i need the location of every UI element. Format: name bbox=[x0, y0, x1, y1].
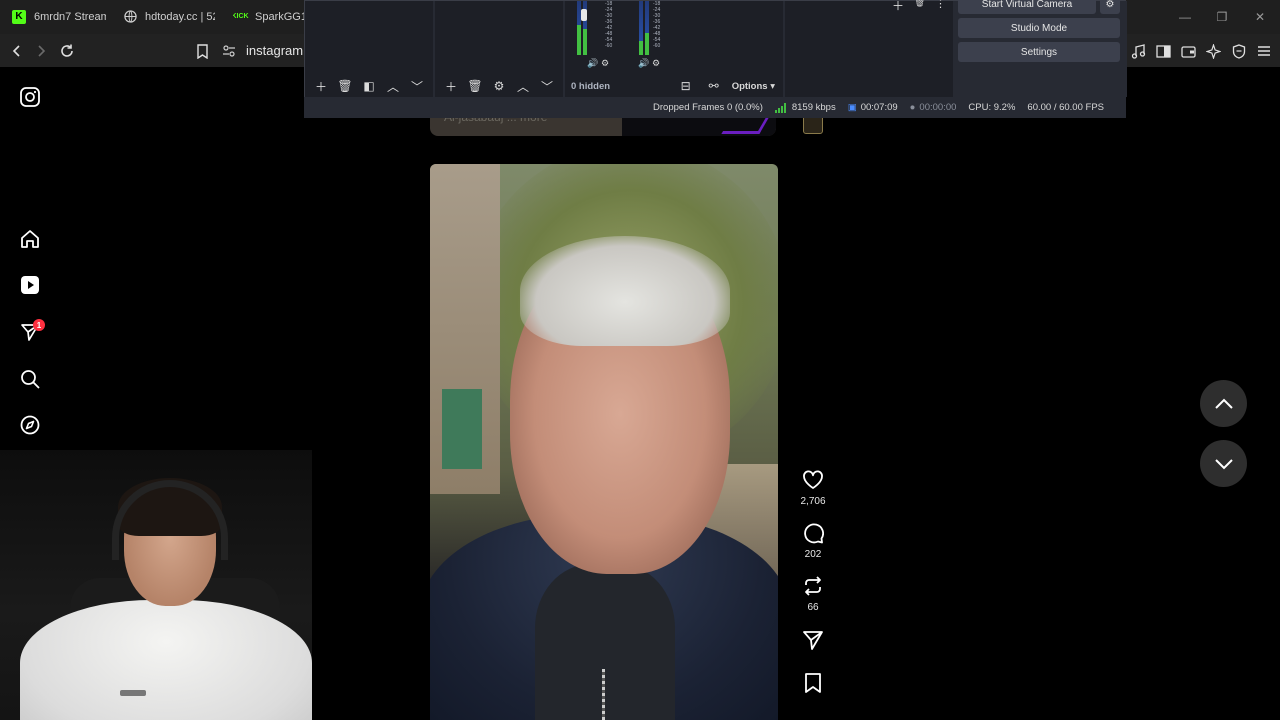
reel-video[interactable] bbox=[430, 164, 778, 720]
menu-icon[interactable] bbox=[1253, 40, 1275, 62]
close-icon[interactable]: ✕ bbox=[1250, 8, 1270, 26]
share-action[interactable] bbox=[800, 627, 826, 653]
trash-icon[interactable]: 🗑 bbox=[465, 76, 485, 96]
like-action[interactable]: 2,706 bbox=[800, 467, 826, 507]
move-down-icon[interactable]: ﹀ bbox=[407, 76, 427, 96]
stream-time: ▣ 00:07:09 bbox=[847, 102, 898, 113]
link-icon[interactable]: ⚯ bbox=[704, 76, 724, 96]
add-icon[interactable]: ＋ bbox=[892, 0, 904, 14]
kick-icon: KICK bbox=[233, 13, 249, 20]
virtual-camera-settings-button[interactable]: ⚙ bbox=[1100, 0, 1120, 14]
repost-count: 66 bbox=[807, 602, 819, 613]
heart-icon[interactable] bbox=[800, 467, 826, 493]
tab-title: 6mrdn7 Stream bbox=[34, 10, 106, 23]
add-icon[interactable]: ＋ bbox=[441, 76, 461, 96]
comment-icon[interactable] bbox=[800, 520, 826, 546]
signal-icon bbox=[774, 102, 786, 113]
move-up-icon[interactable]: ︿ bbox=[513, 76, 533, 96]
gear-icon: ⚙ bbox=[1105, 0, 1115, 10]
save-action[interactable] bbox=[800, 670, 826, 696]
mixer-toolbar: 0 hidden ⊟ ⚯ Options ▾ bbox=[565, 75, 783, 97]
chevron-down-icon bbox=[1214, 458, 1233, 469]
transitions-panel: ＋ 🗑 ⋮ bbox=[785, 0, 953, 97]
music-icon[interactable] bbox=[1127, 40, 1149, 62]
sidebar-icon[interactable] bbox=[1152, 40, 1174, 62]
dropped-frames: Dropped Frames 0 (0.0%) bbox=[653, 102, 763, 113]
vpn-shield-icon[interactable] bbox=[1228, 40, 1250, 62]
kick-icon: K bbox=[12, 9, 26, 24]
instagram-logo-icon[interactable] bbox=[16, 83, 44, 111]
forward-icon[interactable] bbox=[30, 40, 52, 62]
back-icon[interactable] bbox=[6, 40, 28, 62]
layout-icon[interactable]: ⊟ bbox=[676, 76, 696, 96]
move-up-icon[interactable]: ︿ bbox=[383, 76, 403, 96]
comment-action[interactable]: 202 bbox=[800, 520, 826, 560]
tab-title: SparkGG1 K bbox=[255, 10, 305, 23]
home-icon[interactable] bbox=[16, 225, 44, 253]
repost-icon[interactable] bbox=[800, 573, 826, 599]
hidden-count: 0 hidden bbox=[571, 80, 611, 92]
search-icon[interactable] bbox=[16, 365, 44, 393]
url-text: instagram bbox=[246, 43, 304, 58]
next-reel-button[interactable] bbox=[1200, 440, 1247, 487]
messages-badge: 1 bbox=[33, 319, 45, 331]
ai-sparkle-icon[interactable] bbox=[1202, 40, 1224, 62]
globe-icon bbox=[123, 10, 137, 24]
gear-icon[interactable]: ⚙ bbox=[489, 76, 509, 96]
record-time: ● 00:00:00 bbox=[909, 102, 957, 113]
chevron-up-icon bbox=[1214, 398, 1233, 409]
sources-toolbar: ＋ 🗑 ⚙ ︿ ﹀ bbox=[435, 75, 563, 97]
speaker-icon[interactable]: 🔊 bbox=[587, 58, 598, 69]
repost-action[interactable]: 66 bbox=[800, 573, 826, 613]
cpu-usage: CPU: 9.2% bbox=[968, 102, 1016, 113]
trash-icon[interactable]: 🗑 bbox=[335, 76, 355, 96]
previous-reel-button[interactable] bbox=[1200, 380, 1247, 427]
record-icon: ● bbox=[909, 102, 916, 113]
fps: 60.00 / 60.00 FPS bbox=[1027, 102, 1104, 113]
meter-ticks: -18 -24 -30 -36 -42 -48 -54 -60 bbox=[605, 1, 613, 49]
gear-icon[interactable]: ⚙ bbox=[601, 58, 609, 69]
bookmark-icon[interactable] bbox=[800, 670, 826, 696]
site-settings-icon[interactable] bbox=[222, 44, 236, 57]
obs-status-bar: Dropped Frames 0 (0.0%) 8159 kbps ▣ 00:0… bbox=[304, 97, 1126, 118]
volume-slider[interactable] bbox=[581, 9, 587, 21]
maximize-icon[interactable]: ❐ bbox=[1212, 8, 1232, 26]
more-icon[interactable]: ⋮ bbox=[935, 0, 946, 10]
scenes-toolbar: ＋ 🗑 ◧ ︿ ﹀ bbox=[305, 75, 433, 97]
tab-6mrdn7-stream[interactable]: K 6mrdn7 Stream bbox=[12, 0, 106, 33]
webcam-overlay bbox=[0, 450, 312, 720]
options-button[interactable]: Options ▾ bbox=[732, 81, 775, 92]
speaker-icon[interactable]: 🔊 bbox=[638, 58, 649, 69]
wallet-icon[interactable] bbox=[1177, 40, 1199, 62]
reload-icon[interactable] bbox=[56, 40, 78, 62]
share-icon[interactable] bbox=[800, 627, 826, 653]
bookmark-icon[interactable] bbox=[191, 40, 213, 62]
comment-count: 202 bbox=[804, 549, 822, 560]
trash-icon[interactable]: 🗑 bbox=[914, 0, 925, 8]
tab-sparkgg1[interactable]: KICK SparkGG1 K bbox=[233, 0, 305, 33]
tab-title: hdtoday.cc | 52 bbox=[145, 10, 215, 23]
filter-icon[interactable]: ◧ bbox=[359, 76, 379, 96]
mixer-meter-2 bbox=[639, 1, 653, 55]
explore-icon[interactable] bbox=[16, 411, 44, 439]
bitrate: 8159 kbps bbox=[791, 102, 836, 113]
tab-hdtoday[interactable]: hdtoday.cc | 52 bbox=[123, 0, 215, 33]
start-virtual-camera-button[interactable]: Start Virtual Camera bbox=[958, 0, 1096, 14]
stream-icon: ▣ bbox=[847, 102, 857, 113]
studio-mode-button[interactable]: Studio Mode bbox=[958, 18, 1120, 38]
like-count: 2,706 bbox=[800, 496, 826, 507]
reels-icon[interactable] bbox=[16, 271, 44, 299]
minimize-icon[interactable]: — bbox=[1175, 8, 1195, 26]
gear-icon[interactable]: ⚙ bbox=[652, 58, 660, 69]
meter-ticks: -18 -24 -30 -36 -42 -48 -54 -60 bbox=[653, 1, 661, 49]
move-down-icon[interactable]: ﹀ bbox=[537, 76, 557, 96]
settings-button[interactable]: Settings bbox=[958, 42, 1120, 62]
add-icon[interactable]: ＋ bbox=[311, 76, 331, 96]
